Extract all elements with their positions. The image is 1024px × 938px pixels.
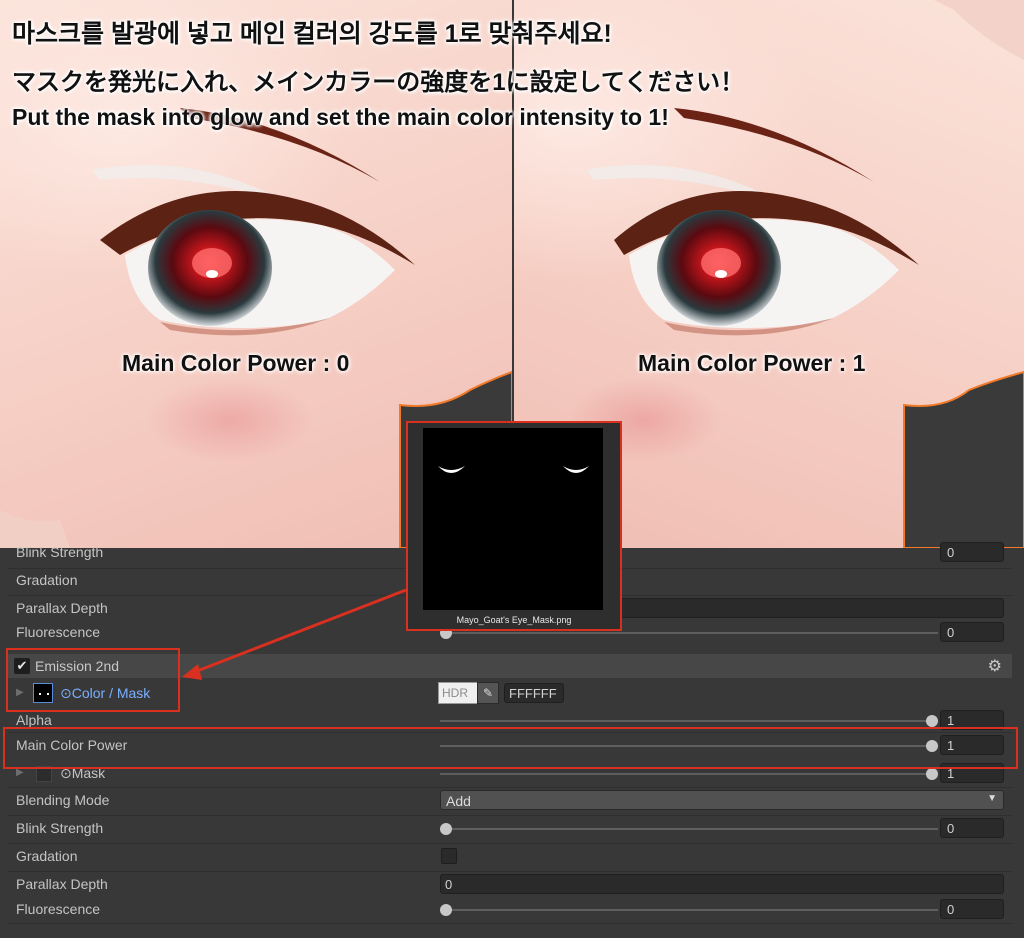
eye-mask-image [423, 428, 603, 610]
mask-filename: Mayo_Goat's Eye_Mask.png [456, 615, 572, 625]
mask-texture-preview: Mayo_Goat's Eye_Mask.png [406, 421, 622, 631]
mask-glow-shapes [438, 466, 589, 473]
